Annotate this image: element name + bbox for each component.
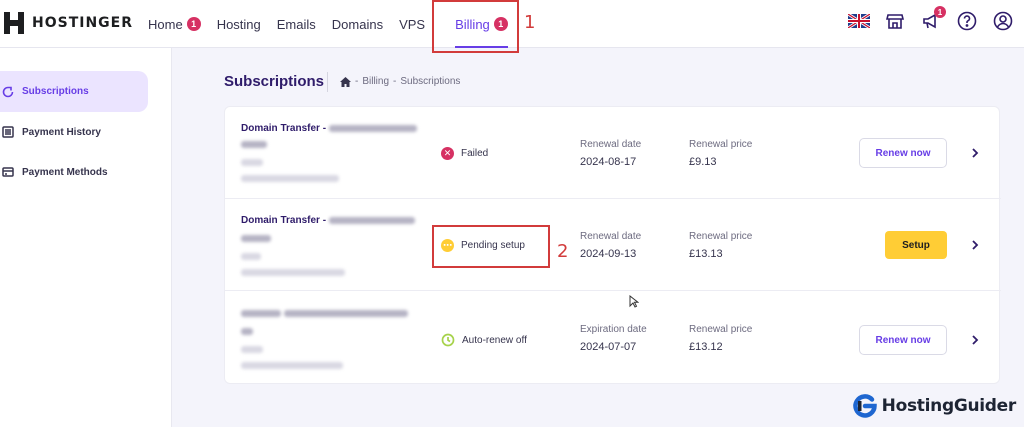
price-value: £13.12 (689, 341, 723, 353)
annotation-number-2: 2 (557, 241, 569, 262)
price-value: £13.13 (689, 248, 723, 260)
blurred-period (241, 159, 263, 166)
blurred-id (241, 362, 343, 369)
hostingguider-watermark: HostingGuider (852, 393, 1016, 419)
mouse-cursor-icon (629, 295, 639, 308)
sidebar-item-label: Payment Methods (22, 166, 108, 178)
account-icon[interactable] (992, 10, 1014, 32)
hostingguider-logo-icon (852, 394, 877, 418)
blurred-period (241, 253, 261, 260)
blurred-domain (328, 124, 417, 132)
subscriptions-icon (2, 86, 14, 97)
status-label: Failed (461, 148, 489, 159)
date-value: 2024-09-13 (580, 248, 637, 260)
setup-button[interactable]: Setup (885, 231, 947, 259)
breadcrumb-subscriptions: Subscriptions (400, 76, 461, 87)
nav-home-label: Home (148, 16, 183, 32)
product-name-text: Domain Transfer - (241, 123, 327, 134)
top-icons: 1 (848, 6, 1014, 32)
product-name (241, 308, 408, 319)
breadcrumb-separator: - (355, 76, 359, 87)
nav-vps[interactable]: VPS (391, 0, 433, 48)
nav-home[interactable]: Home 1 (140, 0, 209, 48)
blurred-domain (241, 328, 253, 335)
hostinger-logo-icon (4, 12, 24, 34)
clock-icon (441, 333, 455, 347)
nav-vps-label: VPS (399, 16, 426, 32)
date-label: Expiration date (580, 324, 647, 335)
subscription-row[interactable]: Auto-renew off Expiration date 2024-07-0… (225, 292, 1001, 384)
hostinger-logo[interactable]: HOSTINGER (4, 12, 133, 34)
annotation-number-1: 1 (524, 12, 536, 33)
blurred-domain (241, 235, 271, 242)
breadcrumb: - Billing - Subscriptions (340, 76, 460, 87)
history-icon (2, 126, 14, 138)
status-label: Auto-renew off (462, 334, 527, 346)
store-icon[interactable] (884, 10, 906, 32)
product-name-text: Domain Transfer - (241, 215, 327, 226)
chevron-right-icon[interactable] (969, 334, 981, 346)
blurred-domain (283, 309, 408, 317)
brand-name: HOSTINGER (32, 15, 134, 31)
product-name: Domain Transfer - (241, 123, 417, 134)
sidebar: Subscriptions Payment History Payment Me… (0, 48, 172, 427)
header-divider (327, 72, 328, 92)
date-value: 2024-07-07 (580, 341, 637, 353)
nav-home-badge: 1 (186, 17, 201, 31)
watermark-text: HostingGuider (881, 396, 1017, 416)
sidebar-item-subscriptions[interactable]: Subscriptions (0, 71, 148, 112)
renew-now-button[interactable]: Renew now (859, 138, 947, 168)
card-icon (2, 167, 14, 177)
subscription-row[interactable]: Domain Transfer - ✕ Failed Renewal date … (225, 107, 1001, 199)
breadcrumb-billing[interactable]: Billing (362, 76, 389, 87)
blurred-domain (241, 309, 281, 317)
nav-emails-label: Emails (276, 16, 316, 32)
product-name: Domain Transfer - (241, 215, 415, 226)
date-value: 2024-08-17 (580, 156, 637, 168)
page-title: Subscriptions (224, 73, 325, 90)
price-label: Renewal price (689, 231, 753, 242)
price-label: Renewal price (689, 139, 753, 150)
blurred-domain (328, 216, 415, 224)
sidebar-item-label: Payment History (22, 126, 101, 138)
price-value: £9.13 (689, 156, 717, 168)
sidebar-item-payment-history[interactable]: Payment History (0, 112, 148, 152)
chevron-right-icon[interactable] (969, 239, 981, 251)
subscription-row[interactable]: Domain Transfer - ⋯ Pending setup Renewa… (225, 199, 1001, 291)
chevron-right-icon[interactable] (969, 147, 981, 159)
date-label: Renewal date (580, 231, 642, 242)
notification-badge: 1 (934, 6, 946, 18)
home-icon[interactable] (340, 76, 351, 87)
blurred-id (241, 175, 339, 182)
subscriptions-list: Domain Transfer - ✕ Failed Renewal date … (224, 106, 1001, 384)
failed-icon: ✕ (441, 147, 454, 160)
nav-hosting[interactable]: Hosting (209, 0, 269, 48)
nav-domains-label: Domains (331, 16, 384, 32)
annotation-box-pending-setup (432, 225, 550, 268)
renew-now-button[interactable]: Renew now (859, 325, 947, 355)
nav-hosting-label: Hosting (216, 16, 261, 32)
megaphone-icon[interactable]: 1 (920, 6, 946, 32)
price-label: Renewal price (689, 324, 753, 335)
sidebar-item-payment-methods[interactable]: Payment Methods (0, 152, 148, 192)
date-label: Renewal date (580, 139, 642, 150)
status-failed: ✕ Failed (441, 147, 488, 160)
nav-emails[interactable]: Emails (269, 0, 324, 48)
breadcrumb-separator: - (393, 76, 397, 87)
blurred-period (241, 346, 263, 353)
blurred-id (241, 269, 345, 276)
blurred-domain (241, 141, 267, 148)
sidebar-item-label: Subscriptions (22, 86, 89, 97)
nav-domains[interactable]: Domains (324, 0, 391, 48)
annotation-box-billing (432, 0, 519, 53)
flag-uk-icon[interactable] (848, 10, 870, 32)
status-auto-renew-off: Auto-renew off (441, 333, 527, 347)
help-icon[interactable] (956, 10, 978, 32)
